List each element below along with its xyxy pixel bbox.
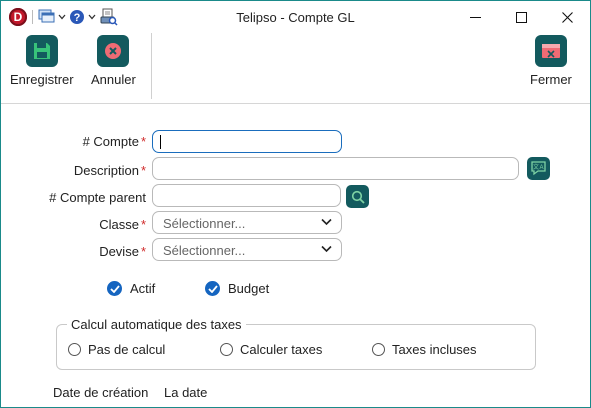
description-input[interactable] bbox=[152, 157, 519, 180]
app-window: D ? Telipso - Compte GL Enregistrer Annu… bbox=[0, 0, 591, 408]
currency-label: Devise * bbox=[99, 244, 146, 259]
radio-circle-icon bbox=[220, 343, 233, 356]
toolbar: Enregistrer Annuler Fermer bbox=[1, 33, 590, 104]
budget-label: Budget bbox=[228, 281, 270, 296]
save-label: Enregistrer bbox=[10, 72, 74, 87]
close-form-icon bbox=[534, 35, 567, 67]
translate-icon: 文 A bbox=[531, 161, 546, 176]
close-window-button[interactable] bbox=[544, 1, 590, 33]
currency-selected-value: Sélectionner... bbox=[163, 243, 246, 258]
account-number-input[interactable] bbox=[152, 130, 342, 153]
maximize-icon bbox=[515, 11, 527, 23]
close-label: Fermer bbox=[530, 72, 572, 87]
radio-label: Calculer taxes bbox=[240, 342, 323, 357]
parent-account-label: # Compte parent bbox=[49, 190, 146, 205]
search-button[interactable] bbox=[346, 185, 369, 208]
checkmark-icon bbox=[107, 281, 122, 296]
radio-circle-icon bbox=[372, 343, 385, 356]
radio-label: Taxes incluses bbox=[392, 342, 477, 357]
maximize-button[interactable] bbox=[498, 1, 544, 33]
save-icon bbox=[25, 35, 58, 67]
class-select[interactable]: Sélectionner... bbox=[152, 211, 342, 234]
title-bar: D ? Telipso - Compte GL bbox=[1, 1, 590, 33]
close-button[interactable]: Fermer bbox=[530, 35, 572, 87]
cancel-icon bbox=[97, 35, 130, 67]
save-button[interactable]: Enregistrer bbox=[10, 35, 74, 87]
active-checkbox[interactable]: Actif bbox=[107, 281, 155, 296]
creation-date-label: Date de création bbox=[53, 385, 149, 400]
active-label: Actif bbox=[130, 281, 156, 296]
currency-select[interactable]: Sélectionner... bbox=[152, 238, 342, 261]
cancel-button[interactable]: Annuler bbox=[91, 35, 136, 87]
chevron-down-icon bbox=[321, 245, 332, 253]
radio-no-calculation[interactable]: Pas de calcul bbox=[68, 342, 165, 357]
checkmark-icon bbox=[205, 281, 220, 296]
close-icon bbox=[561, 11, 573, 23]
minimize-icon bbox=[469, 16, 481, 18]
search-icon bbox=[351, 190, 365, 204]
radio-label: Pas de calcul bbox=[88, 342, 166, 357]
budget-checkbox[interactable]: Budget bbox=[205, 281, 269, 296]
toolbar-separator bbox=[151, 33, 152, 99]
class-label: Classe * bbox=[99, 217, 146, 232]
description-label: Description * bbox=[73, 163, 146, 178]
text-caret bbox=[160, 135, 161, 149]
class-selected-value: Sélectionner... bbox=[163, 216, 246, 231]
parent-account-input[interactable] bbox=[152, 184, 341, 207]
minimize-button[interactable] bbox=[452, 1, 498, 33]
chevron-down-icon bbox=[321, 218, 332, 226]
svg-text:文: 文 bbox=[533, 163, 539, 171]
svg-text:A: A bbox=[539, 165, 543, 171]
radio-circle-icon bbox=[68, 343, 81, 356]
creation-date-value: La date bbox=[164, 385, 208, 400]
radio-calculate-taxes[interactable]: Calculer taxes bbox=[220, 342, 322, 357]
translate-button[interactable]: 文 A bbox=[527, 157, 550, 180]
radio-taxes-included[interactable]: Taxes incluses bbox=[372, 342, 477, 357]
cancel-label: Annuler bbox=[91, 72, 136, 87]
tax-group-title: Calcul automatique des taxes bbox=[67, 317, 246, 332]
account-number-label: # Compte * bbox=[82, 134, 146, 149]
